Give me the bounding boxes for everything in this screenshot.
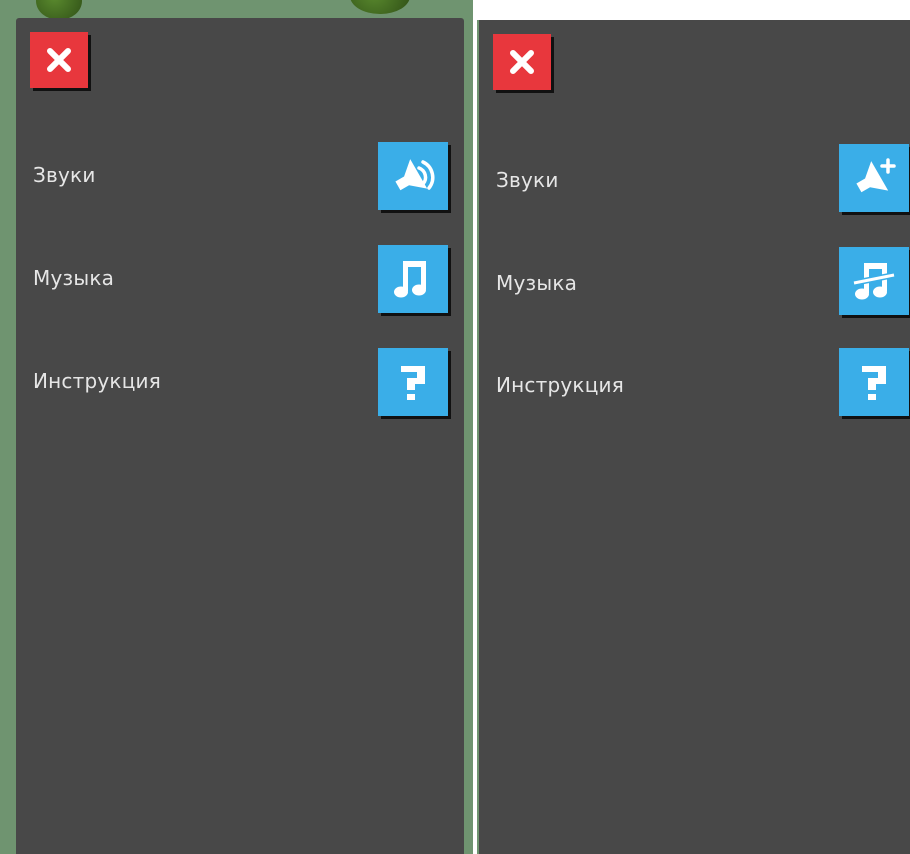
foliage-decoration (36, 0, 82, 20)
music-note-off-icon (853, 263, 895, 300)
close-icon (47, 48, 71, 72)
speaker-off-icon (856, 158, 896, 193)
foliage-decoration (350, 0, 410, 14)
question-icon (401, 366, 425, 400)
sounds-toggle-button[interactable] (839, 144, 909, 212)
music-label: Музыка (496, 271, 578, 295)
settings-panel-sound-off: Звуки Музыка Инструкция (477, 20, 910, 854)
question-icon (862, 366, 886, 400)
instructions-label: Инструкция (496, 373, 624, 397)
music-toggle-button[interactable] (839, 247, 909, 315)
music-toggle-button[interactable] (378, 245, 448, 313)
close-button[interactable] (493, 34, 551, 90)
sounds-label: Звуки (496, 168, 559, 192)
music-note-icon (394, 261, 426, 298)
close-button[interactable] (30, 32, 88, 88)
close-icon (510, 50, 534, 74)
sounds-toggle-button[interactable] (378, 142, 448, 210)
instructions-button[interactable] (839, 348, 909, 416)
speaker-on-icon (395, 159, 435, 191)
sounds-label: Звуки (33, 163, 96, 187)
settings-panel-sound-on: Звуки Музыка Инструкция (16, 18, 464, 854)
music-label: Музыка (33, 266, 115, 290)
instructions-button[interactable] (378, 348, 448, 416)
instructions-label: Инструкция (33, 369, 161, 393)
